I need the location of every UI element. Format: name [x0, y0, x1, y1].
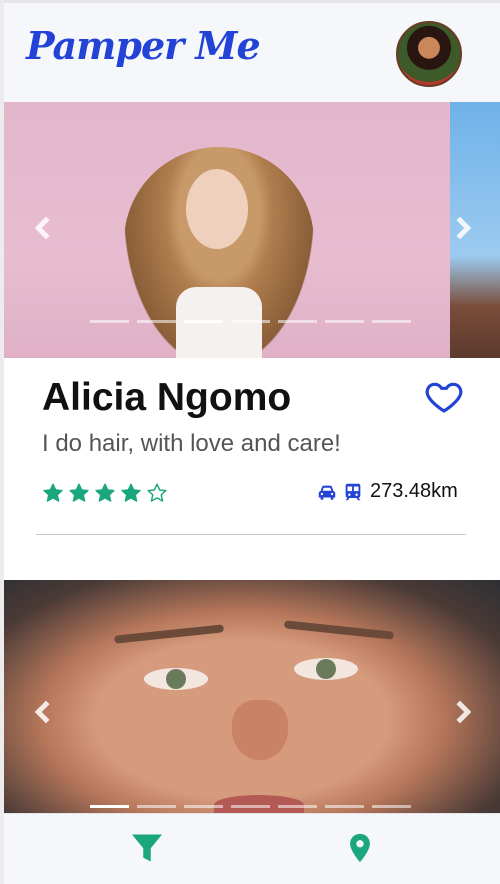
carousel-next-icon[interactable]	[450, 216, 472, 240]
card-image-carousel[interactable]	[4, 102, 450, 358]
car-icon	[318, 485, 336, 500]
carousel-dot[interactable]	[231, 320, 270, 323]
filter-icon	[132, 834, 162, 862]
star-empty-icon	[147, 483, 167, 502]
card-image-carousel[interactable]	[4, 580, 500, 813]
star-filled-icon	[121, 483, 141, 502]
card-divider	[36, 534, 466, 535]
carousel-dot[interactable]	[278, 320, 317, 323]
location-pin-icon	[350, 833, 370, 863]
stylist-card-info[interactable]: Alicia Ngomo I do hair, with love and ca…	[4, 358, 500, 580]
stylist-name: Alicia Ngomo	[42, 376, 292, 419]
carousel-prev-icon[interactable]	[34, 216, 58, 240]
carousel-prev-icon[interactable]	[34, 700, 58, 724]
stylist-photo	[124, 147, 314, 358]
star-filled-icon	[69, 483, 89, 502]
star-filled-icon	[95, 483, 115, 502]
distance-value: 273.48km	[370, 480, 458, 502]
carousel-dot[interactable]	[372, 805, 411, 808]
carousel-next-icon[interactable]	[448, 700, 472, 724]
carousel-dot[interactable]	[325, 805, 364, 808]
train-icon	[345, 483, 361, 500]
carousel-indicators	[90, 320, 411, 323]
carousel-dot[interactable]	[137, 805, 176, 808]
profile-avatar[interactable]	[396, 21, 462, 87]
next-image-peek	[450, 102, 500, 358]
travel-info: 273.48km	[316, 480, 458, 503]
left-frame-edge	[0, 0, 4, 884]
stylist-tagline: I do hair, with love and care!	[42, 430, 341, 457]
carousel-dot[interactable]	[137, 320, 176, 323]
carousel-dot[interactable]	[184, 320, 223, 323]
carousel-dot[interactable]	[231, 805, 270, 808]
app-logo[interactable]: Pamper Me	[26, 23, 261, 68]
heart-icon[interactable]	[424, 376, 464, 416]
bottom-nav	[4, 813, 500, 884]
carousel-dot[interactable]	[184, 805, 223, 808]
rating-stars	[42, 482, 168, 504]
carousel-dot[interactable]	[278, 805, 317, 808]
filter-button[interactable]	[127, 828, 167, 868]
carousel-dot[interactable]	[90, 805, 129, 808]
carousel-dot[interactable]	[372, 320, 411, 323]
app-header: Pamper Me	[4, 3, 500, 102]
star-filled-icon	[43, 483, 63, 502]
location-button[interactable]	[340, 828, 380, 868]
carousel-dot[interactable]	[325, 320, 364, 323]
carousel-dot[interactable]	[90, 320, 129, 323]
carousel-indicators	[90, 805, 411, 808]
